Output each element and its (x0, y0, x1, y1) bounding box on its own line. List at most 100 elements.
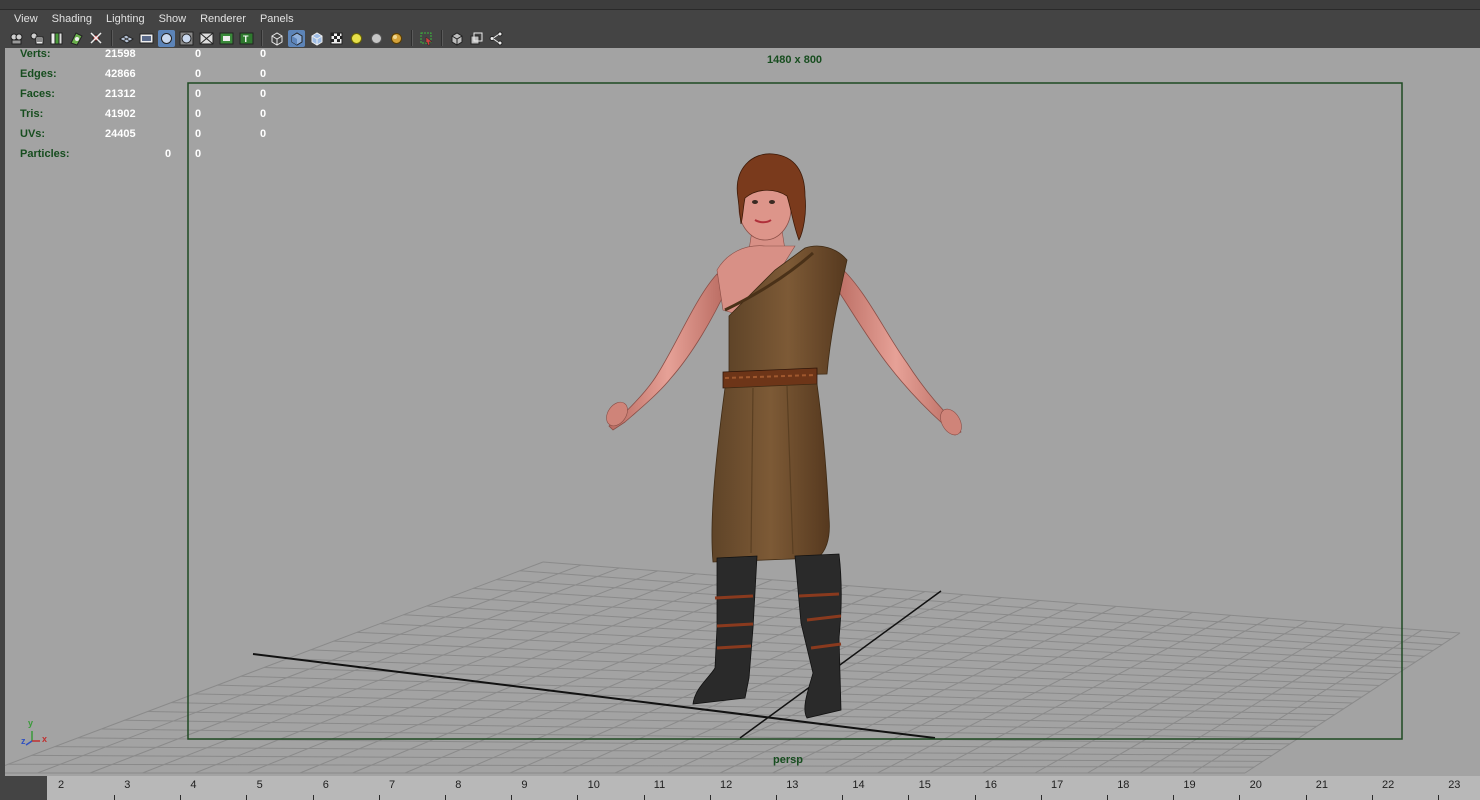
hud-uvs-value: 24405 (105, 128, 136, 140)
toolbar-separator (441, 30, 443, 46)
hud-particles-value: 0 (165, 148, 172, 160)
camera-attributes-icon[interactable] (28, 30, 45, 47)
perspective-viewport[interactable]: y x z Verts: 21598 0 0 Edges: 42866 0 0 … (5, 48, 1480, 776)
menu-panels[interactable]: Panels (260, 13, 294, 25)
hud-tris-selected: 0 (195, 108, 202, 120)
safe-action-icon[interactable] (218, 30, 235, 47)
hud-edges-selected: 0 (195, 68, 202, 80)
grid-line (8, 763, 1254, 768)
frame-tick (577, 795, 579, 800)
toolbar-separator (261, 30, 263, 46)
hud-verts-selected: 0 (195, 48, 202, 60)
grid-line (31, 754, 1263, 762)
frame-label: 12 (720, 779, 733, 791)
menu-show[interactable]: Show (159, 13, 187, 25)
frame-label: 17 (1051, 779, 1064, 791)
hud-faces-selected: 0 (195, 88, 202, 100)
grid-line (101, 728, 1290, 745)
toolbar-separator (411, 30, 413, 46)
menu-view[interactable]: View (14, 13, 38, 25)
frame-tick (1371, 795, 1373, 800)
frame-tick (1438, 795, 1439, 800)
xray-icon[interactable] (448, 30, 465, 47)
frame-label: 9 (521, 779, 528, 791)
hud-label-verts: Verts: (20, 48, 51, 60)
frame-tick (1040, 795, 1042, 800)
resolution-gate-icon[interactable] (158, 29, 175, 47)
hud-tris-triangles: 0 (260, 108, 267, 120)
hud-label-tris: Tris: (20, 108, 44, 120)
select-camera-icon[interactable] (8, 30, 25, 47)
hud-tris-value: 41902 (105, 108, 136, 120)
xray-components-icon[interactable] (488, 30, 505, 47)
frame-label: 7 (389, 779, 396, 791)
grid-line (982, 617, 1270, 774)
hud-label-edges: Edges: (20, 68, 57, 80)
frame-label: 11 (653, 779, 666, 791)
frame-label: 23 (1448, 779, 1461, 791)
frame-label: 18 (1117, 779, 1130, 791)
poly-count-hud: Verts: 21598 0 0 Edges: 42866 0 0 Faces:… (5, 48, 305, 168)
safe-title-icon[interactable]: T (238, 30, 255, 47)
xray-joints-icon[interactable] (468, 30, 485, 47)
shadows-icon[interactable] (388, 30, 405, 47)
menu-lighting[interactable]: Lighting (106, 13, 145, 25)
frame-tick (312, 795, 314, 800)
window-top-strip (0, 0, 1480, 10)
smooth-shade-icon[interactable] (288, 29, 305, 47)
grid-line (929, 614, 1231, 774)
axis-label-y: y (28, 718, 34, 728)
menu-renderer[interactable]: Renderer (200, 13, 246, 25)
frame-label: 3 (124, 779, 131, 791)
grid-icon[interactable] (118, 30, 135, 47)
frame-tick (643, 795, 645, 800)
time-slider-left-cap (0, 776, 47, 800)
frame-tick (511, 795, 513, 800)
default-lighting-icon[interactable] (348, 30, 365, 47)
time-slider[interactable]: 2 3 4 5 6 7 8 9 10 11 12 13 14 15 16 17 18 19 20 21 22 23 (0, 776, 1480, 800)
frame-tick (180, 795, 182, 800)
menu-shading[interactable]: Shading (52, 13, 92, 25)
panel-menubar: View Shading Lighting Show Renderer Pane… (0, 10, 1480, 28)
hud-faces-value: 21312 (105, 88, 136, 100)
frame-tick (842, 795, 844, 800)
frame-label: 19 (1183, 779, 1196, 791)
frame-label: 2 (58, 779, 65, 791)
panel-toolbar: T (0, 28, 1480, 48)
hud-label-faces: Faces: (20, 88, 55, 100)
wireframe-on-shaded-icon[interactable] (308, 30, 325, 47)
axis-label-x: x (42, 734, 48, 744)
frame-tick (776, 795, 777, 800)
frame-tick (1305, 795, 1307, 800)
frame-tick (1173, 795, 1175, 800)
frame-tick (709, 795, 711, 800)
field-chart-icon[interactable] (198, 30, 215, 47)
frame-tick (114, 795, 115, 800)
frame-label: 10 (587, 779, 600, 791)
axis-label-z: z (21, 736, 26, 746)
bookmarks-icon[interactable] (48, 30, 65, 47)
isolate-select-icon[interactable] (418, 30, 435, 47)
frame-label: 20 (1249, 779, 1262, 791)
film-gate-icon[interactable] (138, 30, 155, 47)
hud-verts-triangles: 0 (260, 48, 267, 60)
frame-label: 4 (190, 779, 197, 791)
2d-pan-zoom-icon[interactable] (88, 30, 105, 47)
hud-particles-selected: 0 (195, 148, 202, 160)
all-lights-icon[interactable] (368, 30, 385, 47)
hud-uvs-selected: 0 (195, 128, 202, 140)
view-axis-indicator (25, 731, 40, 746)
frame-label: 15 (918, 779, 931, 791)
image-plane-icon[interactable] (68, 30, 85, 47)
frame-tick (246, 795, 248, 800)
frame-tick (378, 795, 380, 800)
grid-line (240, 675, 1344, 710)
camera-name-label: persp (773, 754, 803, 766)
frame-label: 21 (1315, 779, 1329, 791)
gate-mask-icon[interactable] (178, 30, 195, 47)
svg-text:T: T (243, 34, 249, 44)
textured-icon[interactable] (328, 30, 345, 47)
hud-uvs-triangles: 0 (260, 128, 267, 140)
wireframe-icon[interactable] (268, 30, 285, 47)
frame-label: 14 (852, 779, 865, 791)
